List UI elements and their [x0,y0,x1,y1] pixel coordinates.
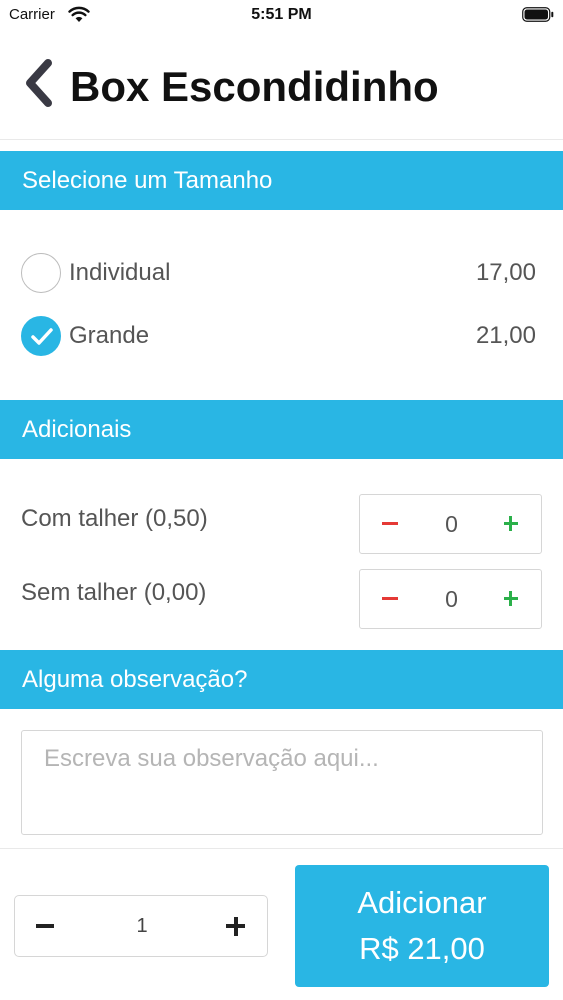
bottom-bar: 1 Adicionar R$ 21,00 [0,848,563,1000]
size-price: 21,00 [475,322,536,349]
addon-stepper-sem-talher: 0 [359,569,542,629]
addon-quantity: 0 [445,511,458,537]
size-option-individual[interactable]: Individual 17,00 [0,248,563,298]
nav-header: Box Escondidinho [0,40,563,140]
observation-section-title: Alguma observação? [22,666,248,693]
size-section-title: Selecione um Tamanho [22,167,273,194]
battery-icon [522,7,554,22]
quantity-decrement-button[interactable] [15,896,79,956]
observation-section-header: Alguma observação? [0,650,563,709]
size-option-grande[interactable]: Grande 21,00 [0,311,563,361]
addon-stepper-com-talher: 0 [359,494,542,554]
size-section-header: Selecione um Tamanho [0,151,563,210]
size-label: Individual [69,259,171,286]
chevron-left-icon [26,59,52,107]
observation-input[interactable] [21,730,543,835]
addons-section-header: Adicionais [0,400,563,459]
status-bar: Carrier 5:51 PM [0,0,563,30]
clock: 5:51 PM [251,6,312,23]
addon-label-com-talher: Com talher (0,50) [21,505,208,532]
quantity-stepper: 1 [14,895,268,957]
page-title: Box Escondidinho [70,63,439,110]
quantity-value: 1 [136,915,148,937]
checkmark-icon [31,328,53,345]
radio-individual[interactable] [21,253,61,293]
quantity-increment-button[interactable] [203,896,267,956]
add-button-label: Adicionar [357,885,487,920]
decrement-button[interactable] [360,570,420,628]
size-label: Grande [69,322,150,349]
add-button-total: R$ 21,00 [359,931,485,966]
back-button[interactable] [18,58,60,108]
size-price: 17,00 [475,259,536,286]
decrement-button[interactable] [360,495,420,553]
increment-button[interactable] [481,495,541,553]
increment-button[interactable] [481,570,541,628]
add-to-cart-button[interactable]: Adicionar R$ 21,00 [295,865,549,987]
radio-grande[interactable] [21,316,61,356]
addon-quantity: 0 [445,586,458,612]
addons-section-title: Adicionais [22,416,132,443]
addon-label-sem-talher: Sem talher (0,00) [21,579,207,606]
